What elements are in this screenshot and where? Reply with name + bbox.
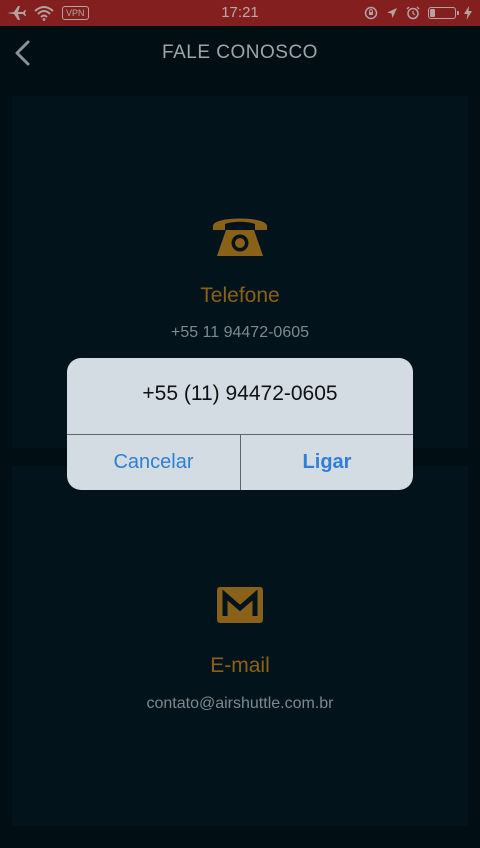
alert-phone-number: +55 (11) 94472-0605 bbox=[142, 382, 338, 405]
call-button[interactable]: Ligar bbox=[241, 435, 413, 490]
call-alert-dialog: +55 (11) 94472-0605 Cancelar Ligar bbox=[67, 358, 413, 490]
cancel-button[interactable]: Cancelar bbox=[67, 435, 240, 490]
